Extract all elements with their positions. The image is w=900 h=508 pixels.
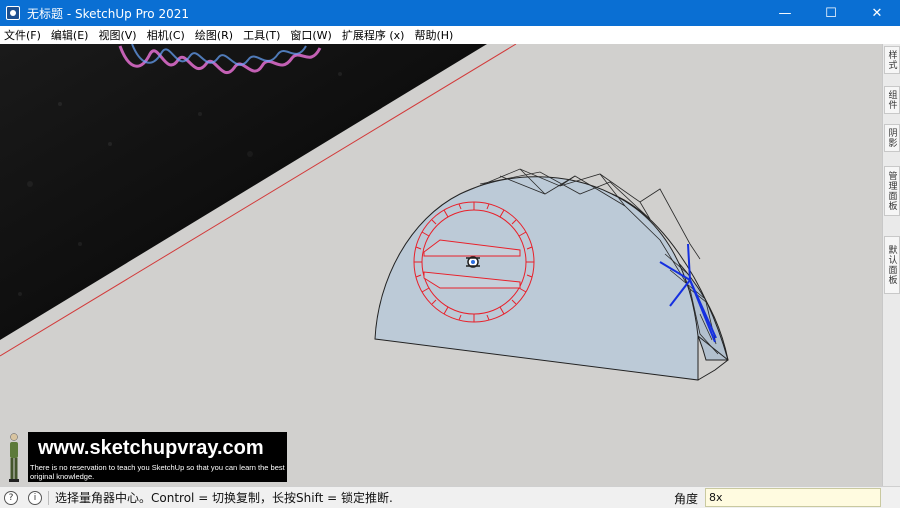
status-message: 选择量角器中心。Control = 切换复制，长按Shift = 锁定推断. [55, 491, 393, 505]
minimize-button[interactable]: — [762, 0, 808, 26]
sketchup-window: 无标题 - SketchUp Pro 2021 — ☐ ✕ 文件(F) 编辑(E… [0, 0, 900, 508]
watermark-banner: www.sketchupvray.com There is no reserva… [28, 432, 287, 482]
measurements-label: 角度 [674, 492, 699, 506]
menu-edit[interactable]: 编辑(E) [51, 27, 89, 43]
info-icon[interactable]: i [28, 490, 42, 505]
menu-tools[interactable]: 工具(T) [243, 27, 280, 43]
help-icon[interactable]: ? [4, 490, 18, 505]
maximize-button[interactable]: ☐ [808, 0, 854, 26]
tray-tab-styles[interactable]: 样式 [884, 46, 900, 74]
status-bar: ? i 选择量角器中心。Control = 切换复制，长按Shift = 锁定推… [0, 486, 900, 508]
window-title: 无标题 - SketchUp Pro 2021 [27, 6, 189, 21]
tray-tab-shadows[interactable]: 阴影 [884, 124, 900, 152]
tray-tab-manage[interactable]: 管理面板 [884, 166, 900, 216]
sketchup-logo-icon[interactable] [6, 6, 20, 20]
tray-tab-default[interactable]: 默认面板 [884, 236, 900, 294]
menu-help[interactable]: 帮助(H) [414, 27, 453, 43]
dome-front-face[interactable] [374, 176, 699, 381]
default-tray: 样式 组件 阴影 管理面板 默认面板 [882, 44, 900, 486]
watermark-tagline: There is no reservation to teach you Ske… [30, 463, 285, 481]
viewport-canvas[interactable] [0, 44, 882, 486]
watermark-figure-icon [9, 433, 19, 482]
tray-tab-components[interactable]: 组件 [884, 86, 900, 114]
protractor-cursor-icon [466, 256, 480, 268]
menu-file[interactable]: 文件(F) [4, 27, 41, 43]
menu-window[interactable]: 窗口(W) [290, 27, 331, 43]
menu-camera[interactable]: 相机(C) [147, 27, 185, 43]
measurements-input[interactable] [705, 488, 881, 507]
menu-extensions[interactable]: 扩展程序 (x) [342, 27, 405, 43]
window-controls: — ☐ ✕ [762, 0, 900, 26]
close-button[interactable]: ✕ [854, 0, 900, 26]
menu-view[interactable]: 视图(V) [98, 27, 136, 43]
modeling-viewport[interactable] [0, 44, 882, 486]
watermark-url: www.sketchupvray.com [38, 437, 264, 459]
status-divider [48, 490, 49, 505]
menu-draw[interactable]: 绘图(R) [195, 27, 233, 43]
title-bar: 无标题 - SketchUp Pro 2021 — ☐ ✕ [0, 0, 900, 26]
menu-bar: 文件(F) 编辑(E) 视图(V) 相机(C) 绘图(R) 工具(T) 窗口(W… [0, 26, 900, 44]
